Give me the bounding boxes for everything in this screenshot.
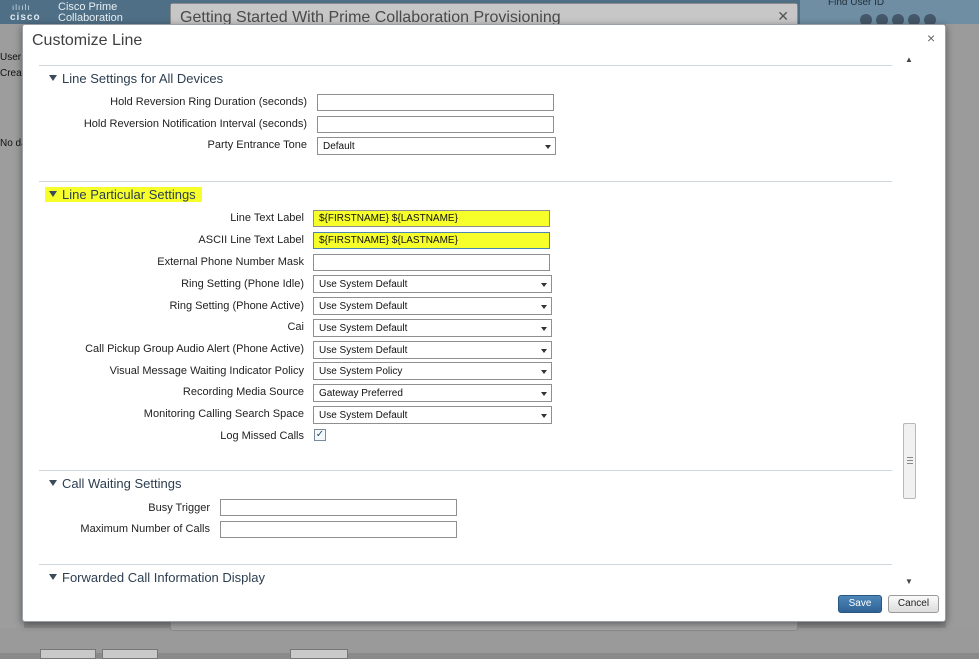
section-call-waiting-header[interactable]: Call Waiting Settings: [49, 476, 181, 491]
hold-reversion-notification-label: Hold Reversion Notification Interval (se…: [83, 118, 307, 130]
background-sidebar: User Creat No da: [0, 24, 27, 653]
ring-setting-idle-select[interactable]: Use System Default: [313, 275, 552, 293]
vmwi-policy-label: Visual Message Waiting Indicator Policy: [109, 365, 304, 377]
cancel-button[interactable]: Cancel: [888, 595, 939, 613]
party-entrance-tone-value: Default: [323, 141, 355, 152]
vertical-scrollbar[interactable]: ▲ ▼: [901, 51, 917, 589]
product-name-line2: Collaboration: [58, 12, 123, 24]
background-tab: [290, 649, 348, 659]
vmwi-policy-value: Use System Policy: [319, 366, 403, 377]
section-divider: [39, 470, 892, 471]
recording-media-source-select[interactable]: Gateway Preferred: [313, 384, 552, 402]
external-phone-mask-label: External Phone Number Mask: [157, 256, 304, 268]
background-footer: [0, 628, 979, 659]
chevron-down-icon: [541, 305, 547, 309]
hold-reversion-notification-input[interactable]: [317, 116, 554, 133]
log-missed-calls-label: Log Missed Calls: [220, 430, 304, 442]
monitoring-css-label: Monitoring Calling Search Space: [143, 408, 304, 420]
save-button[interactable]: Save: [838, 595, 882, 613]
triangle-down-icon: [49, 75, 57, 81]
call-pickup-alert-value: Use System Default: [319, 345, 408, 356]
log-missed-calls-checkbox[interactable]: ✓: [314, 429, 326, 441]
ring-setting-idle-label: Ring Setting (Phone Idle): [181, 278, 304, 290]
busy-trigger-input[interactable]: [220, 499, 457, 516]
ascii-line-text-label: ASCII Line Text Label: [198, 234, 304, 246]
monitoring-css-select[interactable]: Use System Default: [313, 406, 552, 424]
scrollbar-thumb[interactable]: [903, 423, 916, 499]
ring-setting-active-value: Use System Default: [319, 301, 408, 312]
party-entrance-tone-label: Party Entrance Tone: [207, 139, 307, 151]
vmwi-policy-select[interactable]: Use System Policy: [313, 362, 552, 380]
chevron-down-icon: [541, 370, 547, 374]
section-divider: [39, 564, 892, 565]
ring-setting-active-label: Ring Setting (Phone Active): [169, 300, 304, 312]
cisco-bars-icon: ılıılı: [12, 3, 31, 12]
recording-media-source-value: Gateway Preferred: [319, 388, 403, 399]
triangle-down-icon: [49, 191, 57, 197]
chevron-down-icon: [541, 392, 547, 396]
max-calls-label: Maximum Number of Calls: [80, 523, 210, 535]
dialog-scroll-content: Line Settings for All Devices Hold Rever…: [39, 65, 915, 589]
section-particular-title: Line Particular Settings: [62, 187, 196, 202]
background-tab: [40, 649, 96, 659]
chevron-down-icon: [541, 349, 547, 353]
ring-setting-idle-value: Use System Default: [319, 279, 408, 290]
triangle-down-icon: [49, 480, 57, 486]
section-call-waiting-title: Call Waiting Settings: [62, 476, 182, 491]
busy-trigger-label: Busy Trigger: [148, 502, 210, 514]
ascii-line-text-input[interactable]: [313, 232, 550, 249]
party-entrance-tone-select[interactable]: Default: [317, 137, 556, 155]
section-particular-header[interactable]: Line Particular Settings: [45, 187, 202, 202]
cai-label: Cai: [287, 321, 304, 333]
grip-icon: [907, 457, 913, 464]
section-forwarded-header[interactable]: Forwarded Call Information Display: [49, 570, 265, 585]
call-pickup-alert-select[interactable]: Use System Default: [313, 341, 552, 359]
chevron-down-icon: [541, 283, 547, 287]
dialog-title: Customize Line: [32, 32, 143, 49]
hold-reversion-ring-label: Hold Reversion Ring Duration (seconds): [110, 96, 307, 108]
chevron-down-icon: [541, 414, 547, 418]
background-create-text: Creat: [0, 68, 25, 79]
triangle-down-icon: [49, 574, 57, 580]
product-name: Cisco Prime Collaboration: [58, 2, 123, 24]
background-tab: [102, 649, 158, 659]
close-icon[interactable]: ×: [927, 31, 935, 45]
section-divider: [39, 65, 892, 66]
scroll-up-icon[interactable]: ▲: [905, 55, 913, 64]
monitoring-css-value: Use System Default: [319, 410, 408, 421]
section-all-devices-header[interactable]: Line Settings for All Devices: [49, 71, 223, 86]
max-calls-input[interactable]: [220, 521, 457, 538]
cai-select[interactable]: Use System Default: [313, 319, 552, 337]
section-all-devices-title: Line Settings for All Devices: [62, 71, 224, 86]
section-divider: [39, 181, 892, 182]
recording-media-source-label: Recording Media Source: [182, 386, 304, 398]
background-user-text: User: [0, 52, 22, 63]
chevron-down-icon: [541, 327, 547, 331]
cai-value: Use System Default: [319, 323, 408, 334]
cisco-logo-text: cisco: [10, 12, 41, 23]
line-text-label-input[interactable]: [313, 210, 550, 227]
line-text-label-label: Line Text Label: [230, 212, 304, 224]
cisco-logo: ılıılı cisco Cisco Prime Collaboration: [4, 0, 174, 24]
external-phone-mask-input[interactable]: [313, 254, 550, 271]
close-icon[interactable]: ✕: [777, 8, 789, 25]
chevron-down-icon: [545, 145, 551, 149]
checkmark-icon: ✓: [315, 429, 325, 440]
call-pickup-alert-label: Call Pickup Group Audio Alert (Phone Act…: [85, 343, 304, 355]
customize-line-dialog: Customize Line × Line Settings for All D…: [22, 24, 946, 622]
find-user-input[interactable]: Find User ID: [828, 0, 884, 8]
ring-setting-active-select[interactable]: Use System Default: [313, 297, 552, 315]
background-right-panel: [946, 24, 979, 653]
section-forwarded-title: Forwarded Call Information Display: [62, 570, 266, 585]
scroll-down-icon[interactable]: ▼: [905, 577, 913, 586]
hold-reversion-ring-input[interactable]: [317, 94, 554, 111]
